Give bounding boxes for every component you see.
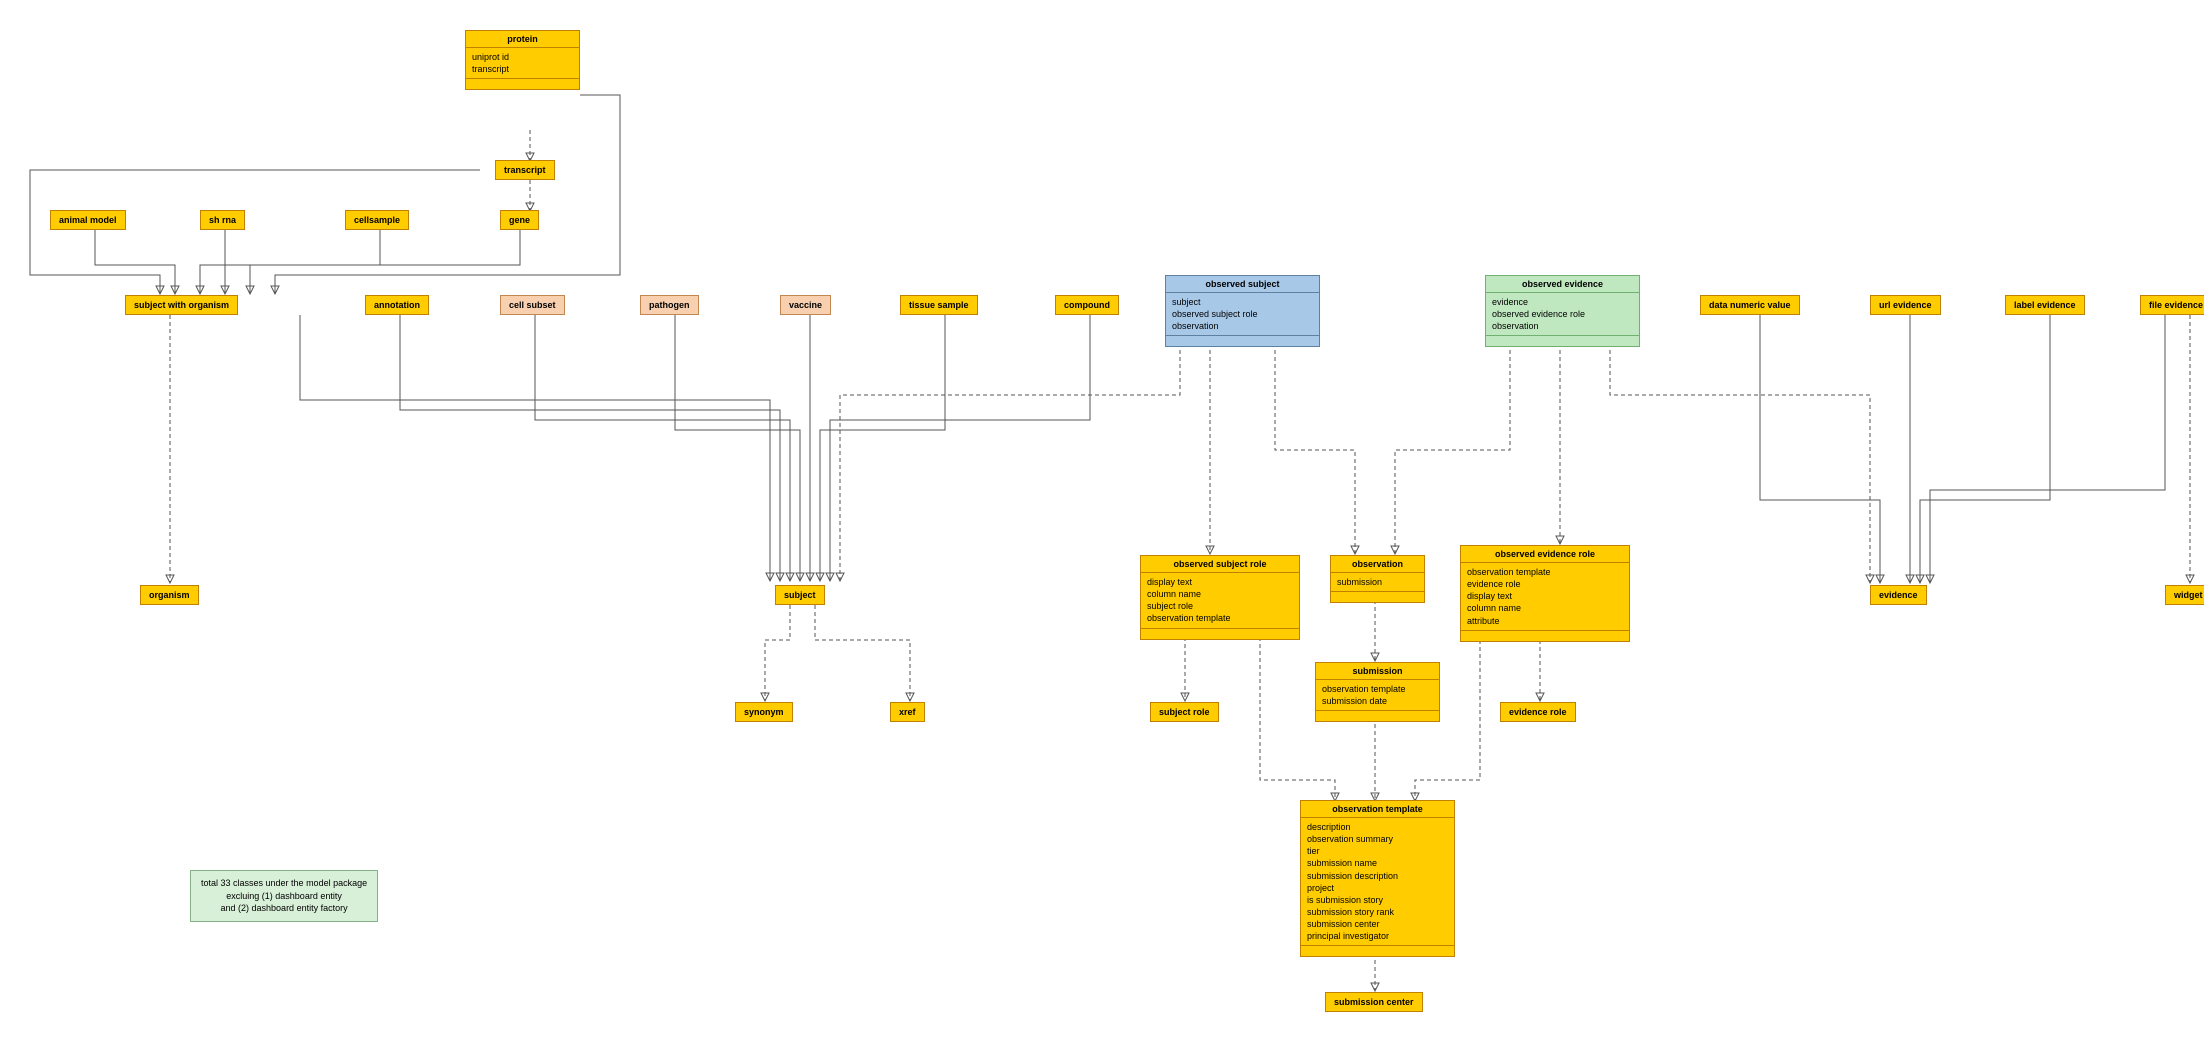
entity-attrs: observation template submission date xyxy=(1316,680,1439,721)
attr: description xyxy=(1307,821,1448,833)
entity-attrs: display text column name subject role ob… xyxy=(1141,573,1299,639)
entity-data-numeric-value[interactable]: data numeric value xyxy=(1700,295,1800,315)
entity-observed-evidence[interactable]: observed evidence evidence observed evid… xyxy=(1485,275,1640,347)
entity-gene[interactable]: gene xyxy=(500,210,539,230)
attr: evidence xyxy=(1492,296,1633,308)
entity-title: observation template xyxy=(1301,801,1454,818)
entity-title: submission xyxy=(1316,663,1439,680)
entity-xref[interactable]: xref xyxy=(890,702,925,722)
attr: is submission story xyxy=(1307,894,1448,906)
attr: subject role xyxy=(1147,600,1293,612)
entity-title: observation xyxy=(1331,556,1424,573)
attr: display text xyxy=(1147,576,1293,588)
attr: observation template xyxy=(1322,683,1433,695)
entity-title: observed subject role xyxy=(1141,556,1299,573)
attr: project xyxy=(1307,882,1448,894)
entity-pathogen[interactable]: pathogen xyxy=(640,295,699,315)
attr: submission story rank xyxy=(1307,906,1448,918)
entity-file-evidence[interactable]: file evidence xyxy=(2140,295,2204,315)
attr: attribute xyxy=(1467,615,1623,627)
entity-widget[interactable]: widget xyxy=(2165,585,2204,605)
entity-annotation[interactable]: annotation xyxy=(365,295,429,315)
entity-attrs: uniprot id transcript xyxy=(466,48,579,89)
entity-transcript[interactable]: transcript xyxy=(495,160,555,180)
entity-observed-evidence-role[interactable]: observed evidence role observation templ… xyxy=(1460,545,1630,642)
attr: subject xyxy=(1172,296,1313,308)
entity-observation[interactable]: observation submission xyxy=(1330,555,1425,603)
note-line: and (2) dashboard entity factory xyxy=(201,902,367,915)
entity-cellsample[interactable]: cellsample xyxy=(345,210,409,230)
attr: uniprot id xyxy=(472,51,573,63)
entity-sh-rna[interactable]: sh rna xyxy=(200,210,245,230)
attr: column name xyxy=(1147,588,1293,600)
attr: evidence role xyxy=(1467,578,1623,590)
attr: observation xyxy=(1492,320,1633,332)
entity-observation-template[interactable]: observation template description observa… xyxy=(1300,800,1455,957)
entity-animal-model[interactable]: animal model xyxy=(50,210,126,230)
entity-subject[interactable]: subject xyxy=(775,585,825,605)
entity-subject-role[interactable]: subject role xyxy=(1150,702,1219,722)
entity-compound[interactable]: compound xyxy=(1055,295,1119,315)
attr: submission description xyxy=(1307,870,1448,882)
attr: observed evidence role xyxy=(1492,308,1633,320)
attr: display text xyxy=(1467,590,1623,602)
note-line: total 33 classes under the model package xyxy=(201,877,367,890)
attr: principal investigator xyxy=(1307,930,1448,942)
diagram-note: total 33 classes under the model package… xyxy=(190,870,378,922)
note-line: excluing (1) dashboard entity xyxy=(201,890,367,903)
entity-observed-subject-role[interactable]: observed subject role display text colum… xyxy=(1140,555,1300,640)
attr: submission xyxy=(1337,576,1418,588)
entity-attrs: submission xyxy=(1331,573,1424,602)
entity-attrs: subject observed subject role observatio… xyxy=(1166,293,1319,346)
entity-title: observed evidence xyxy=(1486,276,1639,293)
attr: observation template xyxy=(1467,566,1623,578)
entity-url-evidence[interactable]: url evidence xyxy=(1870,295,1941,315)
entity-vaccine[interactable]: vaccine xyxy=(780,295,831,315)
entity-attrs: description observation summary tier sub… xyxy=(1301,818,1454,956)
entity-label-evidence[interactable]: label evidence xyxy=(2005,295,2085,315)
entity-title: observed evidence role xyxy=(1461,546,1629,563)
entity-tissue-sample[interactable]: tissue sample xyxy=(900,295,978,315)
attr: submission center xyxy=(1307,918,1448,930)
entity-submission-center[interactable]: submission center xyxy=(1325,992,1423,1012)
entity-submission[interactable]: submission observation template submissi… xyxy=(1315,662,1440,722)
attr: transcript xyxy=(472,63,573,75)
entity-organism[interactable]: organism xyxy=(140,585,199,605)
attr: submission date xyxy=(1322,695,1433,707)
attr: observed subject role xyxy=(1172,308,1313,320)
entity-protein[interactable]: protein uniprot id transcript xyxy=(465,30,580,90)
entity-attrs: observation template evidence role displ… xyxy=(1461,563,1629,641)
entity-observed-subject[interactable]: observed subject subject observed subjec… xyxy=(1165,275,1320,347)
attr: tier xyxy=(1307,845,1448,857)
entity-subject-with-organism[interactable]: subject with organism xyxy=(125,295,238,315)
entity-evidence-role[interactable]: evidence role xyxy=(1500,702,1576,722)
entity-synonym[interactable]: synonym xyxy=(735,702,793,722)
attr: submission name xyxy=(1307,857,1448,869)
attr: column name xyxy=(1467,602,1623,614)
entity-cell-subset[interactable]: cell subset xyxy=(500,295,565,315)
entity-title: protein xyxy=(466,31,579,48)
attr: observation summary xyxy=(1307,833,1448,845)
attr: observation template xyxy=(1147,612,1293,624)
attr: observation xyxy=(1172,320,1313,332)
entity-attrs: evidence observed evidence role observat… xyxy=(1486,293,1639,346)
entity-evidence[interactable]: evidence xyxy=(1870,585,1927,605)
entity-title: observed subject xyxy=(1166,276,1319,293)
